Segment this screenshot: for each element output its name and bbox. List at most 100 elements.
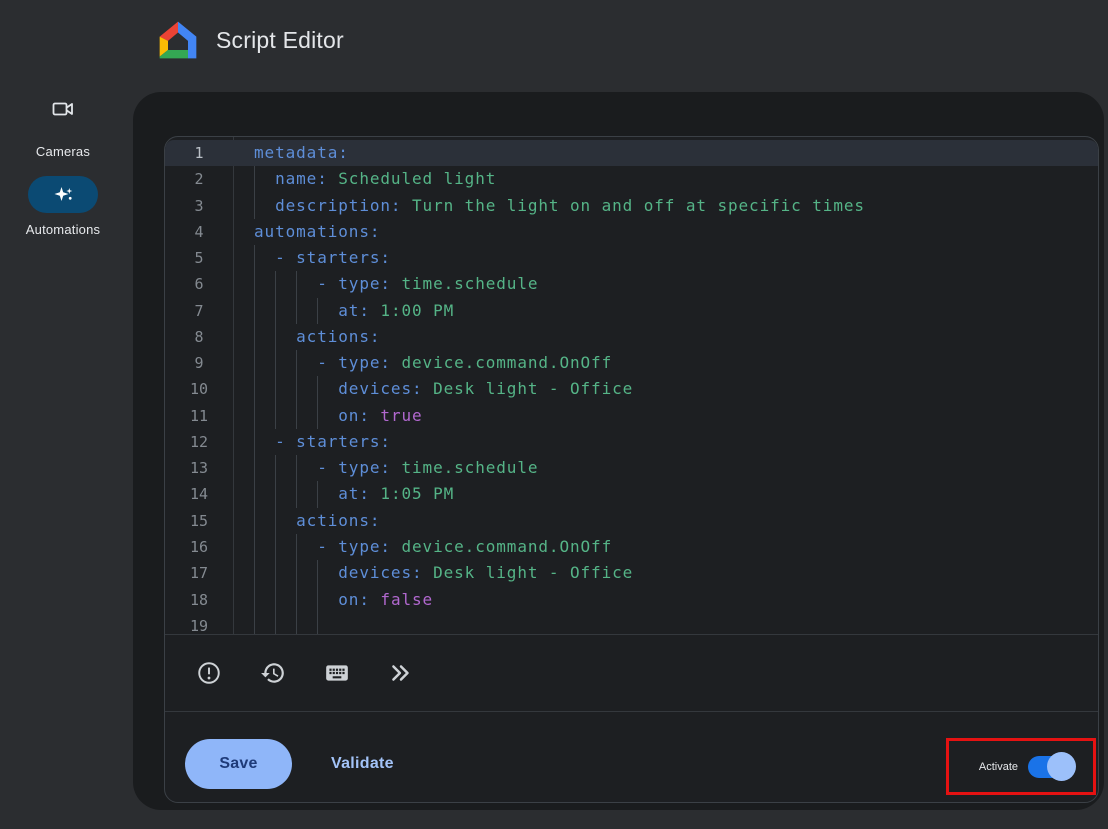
sidebar-item-automations[interactable]: [28, 176, 98, 213]
indent-guide: [254, 193, 255, 219]
line-number: 18: [165, 587, 233, 613]
double-chevron-icon: [388, 660, 414, 686]
code-line[interactable]: 6 - type: time.schedule: [165, 271, 1098, 297]
indent-guide: [317, 560, 318, 586]
line-number: 9: [165, 350, 233, 376]
indent-guide: [254, 271, 255, 297]
code-text: - type: device.command.OnOff: [233, 534, 1098, 560]
line-number: 12: [165, 429, 233, 455]
indent-guide: [275, 534, 276, 560]
line-number: 7: [165, 298, 233, 324]
history-button[interactable]: [259, 659, 287, 687]
code-text: devices: Desk light - Office: [233, 376, 1098, 402]
line-number: 3: [165, 193, 233, 219]
code-line[interactable]: 10 devices: Desk light - Office: [165, 376, 1098, 402]
code-text: - starters:: [233, 429, 1098, 455]
code-line[interactable]: 12 - starters:: [165, 429, 1098, 455]
indent-guide: [317, 403, 318, 429]
activate-toggle[interactable]: [1028, 756, 1074, 778]
indent-guide: [317, 376, 318, 402]
code-line[interactable]: 11 on: true: [165, 403, 1098, 429]
indent-guide: [275, 560, 276, 586]
error-button[interactable]: [195, 659, 223, 687]
indent-guide: [296, 481, 297, 507]
keyboard-icon: [324, 660, 350, 686]
indent-guide: [254, 403, 255, 429]
code-text: on: false: [233, 587, 1098, 613]
code-line[interactable]: 8 actions:: [165, 324, 1098, 350]
code-text: - starters:: [233, 245, 1098, 271]
indent-guide: [296, 560, 297, 586]
indent-guide: [275, 350, 276, 376]
indent-guide: [254, 455, 255, 481]
double-chevron-button[interactable]: [387, 659, 415, 687]
indent-guide: [275, 324, 276, 350]
code-line[interactable]: 18 on: false: [165, 587, 1098, 613]
code-line[interactable]: 15 actions:: [165, 508, 1098, 534]
page-title: Script Editor: [216, 27, 344, 54]
code-text: metadata:: [233, 140, 1098, 166]
code-line[interactable]: 3 description: Turn the light on and off…: [165, 193, 1098, 219]
editor-toolbar: [165, 634, 1098, 711]
indent-guide: [296, 587, 297, 613]
videocam-icon: [51, 97, 75, 121]
sidebar-item-label: Cameras: [0, 144, 126, 159]
line-number: 11: [165, 403, 233, 429]
code-line[interactable]: 5 - starters:: [165, 245, 1098, 271]
code-editor[interactable]: 1metadata:2 name: Scheduled light3 descr…: [164, 136, 1099, 803]
history-icon: [260, 660, 286, 686]
indent-guide: [296, 403, 297, 429]
indent-guide: [254, 350, 255, 376]
line-number: 17: [165, 560, 233, 586]
code-text: at: 1:05 PM: [233, 481, 1098, 507]
indent-guide: [275, 298, 276, 324]
indent-guide: [275, 508, 276, 534]
code-text: at: 1:00 PM: [233, 298, 1098, 324]
script-editor-window: Script Editor Cameras Automations 1metad: [0, 0, 1108, 829]
code-text: actions:: [233, 508, 1098, 534]
line-number: 16: [165, 534, 233, 560]
line-number: 4: [165, 219, 233, 245]
error-icon: [196, 660, 222, 686]
line-number: 19: [165, 613, 233, 634]
code-line[interactable]: 19: [165, 613, 1098, 634]
code-line[interactable]: 14 at: 1:05 PM: [165, 481, 1098, 507]
code-text: automations:: [233, 219, 1098, 245]
code-line[interactable]: 4automations:: [165, 219, 1098, 245]
indent-guide: [296, 455, 297, 481]
code-line[interactable]: 17 devices: Desk light - Office: [165, 560, 1098, 586]
sidebar-item-automations-label: Automations: [0, 222, 126, 237]
indent-guide: [254, 376, 255, 402]
indent-guide: [275, 613, 276, 634]
indent-guide: [254, 587, 255, 613]
keyboard-button[interactable]: [323, 659, 351, 687]
indent-guide: [254, 429, 255, 455]
indent-guide: [254, 298, 255, 324]
indent-guide: [296, 613, 297, 634]
sidebar-item-cameras[interactable]: Cameras: [0, 97, 126, 159]
line-number: 2: [165, 166, 233, 192]
line-number: 13: [165, 455, 233, 481]
code-line[interactable]: 1metadata:: [165, 140, 1098, 166]
save-button[interactable]: Save: [185, 739, 292, 789]
code-line[interactable]: 9 - type: device.command.OnOff: [165, 350, 1098, 376]
indent-guide: [317, 587, 318, 613]
indent-guide: [296, 376, 297, 402]
indent-guide: [275, 481, 276, 507]
code-line[interactable]: 13 - type: time.schedule: [165, 455, 1098, 481]
google-home-logo-icon: [158, 20, 198, 60]
validate-button[interactable]: Validate: [317, 739, 408, 789]
code-area[interactable]: 1metadata:2 name: Scheduled light3 descr…: [165, 137, 1098, 634]
indent-guide: [254, 560, 255, 586]
code-line[interactable]: 2 name: Scheduled light: [165, 166, 1098, 192]
code-line[interactable]: 7 at: 1:00 PM: [165, 298, 1098, 324]
code-text: name: Scheduled light: [233, 166, 1098, 192]
code-line[interactable]: 16 - type: device.command.OnOff: [165, 534, 1098, 560]
indent-guide: [317, 298, 318, 324]
indent-guide: [254, 324, 255, 350]
indent-guide: [254, 166, 255, 192]
code-text: - type: device.command.OnOff: [233, 350, 1098, 376]
code-text: [233, 613, 1098, 634]
indent-guide: [296, 534, 297, 560]
indent-guide: [296, 298, 297, 324]
